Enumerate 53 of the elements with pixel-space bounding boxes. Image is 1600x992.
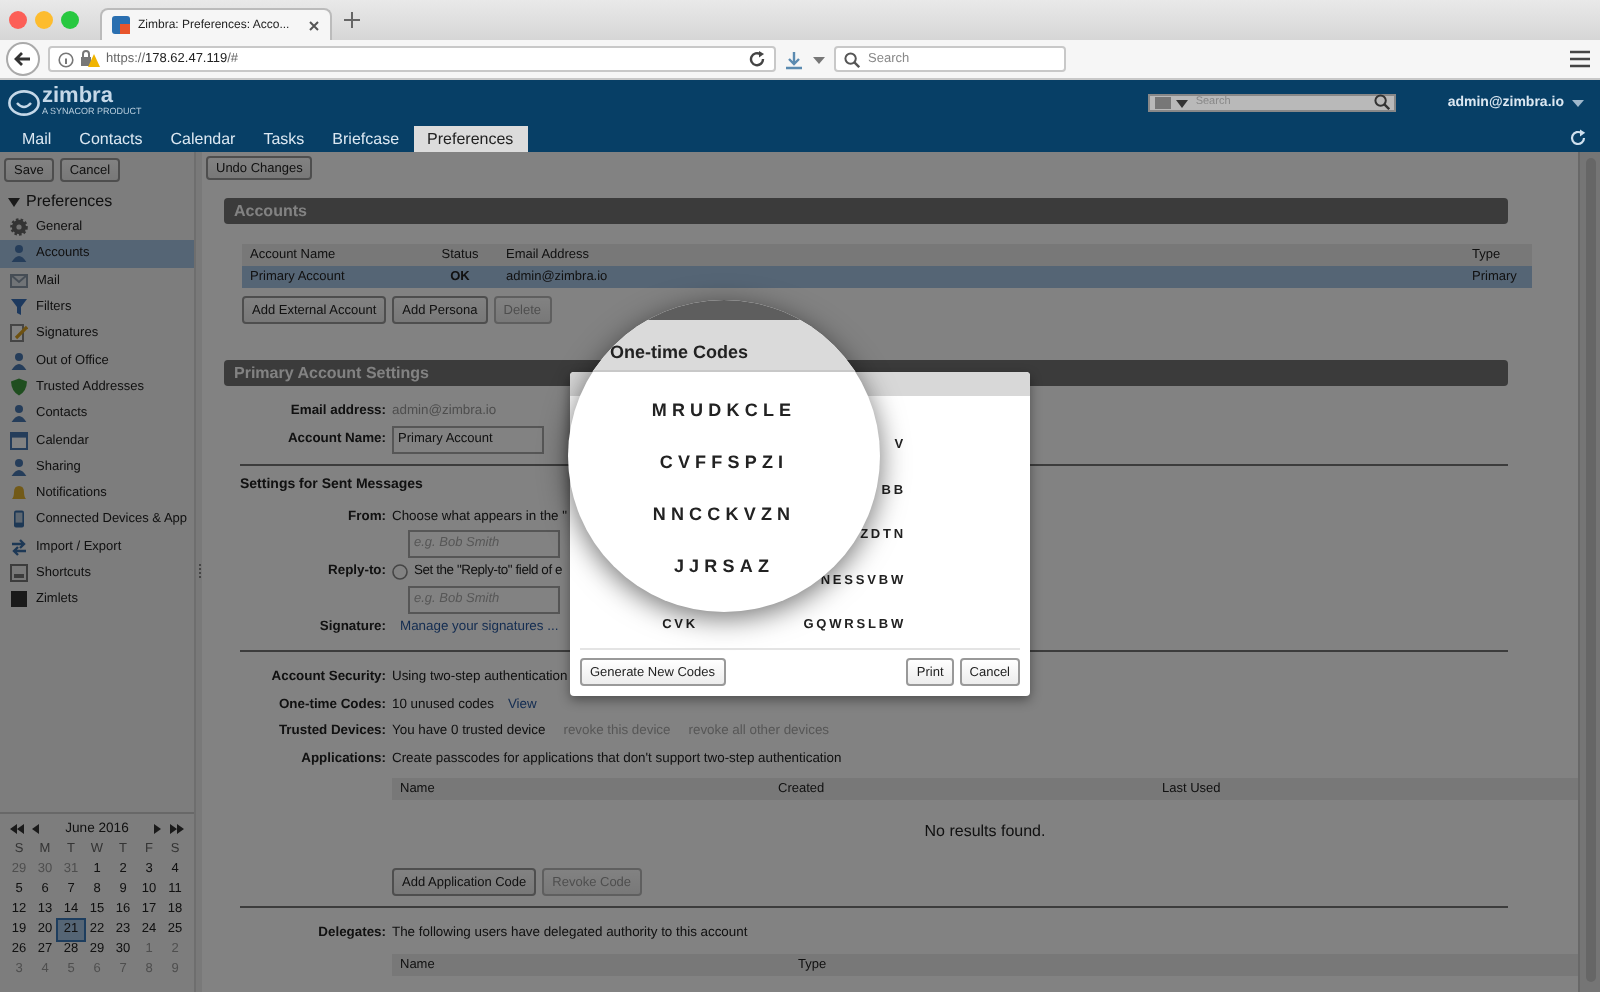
app-tab[interactable]: Mail — [8, 126, 66, 152]
new-tab-icon[interactable] — [344, 12, 360, 28]
filter-icon — [10, 298, 28, 317]
shield-icon — [10, 377, 28, 396]
user-icon — [10, 457, 28, 476]
code-text: MRUDKCLE — [651, 400, 797, 422]
info-icon[interactable] — [58, 51, 74, 67]
envelope-icon — [10, 271, 28, 290]
previous-year-icon[interactable] — [10, 824, 24, 834]
app-tab[interactable]: Tasks — [249, 126, 319, 152]
phone-icon — [10, 510, 28, 529]
code-text: CVFFSPZI — [659, 452, 789, 474]
refresh-icon[interactable] — [1568, 128, 1588, 148]
code-text: NNCCKVZN — [652, 504, 796, 526]
back-icon[interactable] — [6, 42, 40, 76]
caret-icon[interactable] — [812, 53, 826, 65]
sidebar-heading: Preferences — [26, 192, 113, 210]
envelope-dropdown-icon[interactable] — [1153, 95, 1190, 109]
lock-warning-icon[interactable] — [80, 50, 100, 68]
pen-icon — [10, 324, 28, 343]
search-icon[interactable] — [1373, 94, 1390, 110]
calendar-icon — [10, 431, 28, 450]
reload-icon[interactable] — [748, 50, 766, 68]
dialog-title: One-time Codes — [610, 342, 749, 362]
user-icon — [10, 351, 28, 370]
download-icon[interactable] — [784, 49, 804, 69]
resize-handle-icon[interactable] — [197, 564, 201, 580]
square-icon — [10, 590, 28, 609]
empty-message: No results found. — [924, 821, 1046, 839]
code-text: JJRSAZ — [673, 556, 775, 578]
next-month-icon[interactable] — [154, 824, 162, 834]
menu-icon[interactable] — [1570, 50, 1590, 68]
section-header: Accounts — [224, 198, 1508, 224]
logo-icon — [8, 89, 40, 115]
next-year-icon[interactable] — [170, 824, 184, 834]
arrows-icon — [10, 537, 28, 556]
previous-month-icon[interactable] — [32, 824, 40, 834]
app-tab[interactable]: Contacts — [65, 126, 157, 152]
logo-wordmark: zimbra — [42, 86, 113, 109]
keyboard-icon — [10, 564, 28, 582]
user-icon — [10, 404, 28, 423]
checkbox[interactable] — [392, 563, 408, 580]
app-tab[interactable]: Briefcase — [318, 126, 414, 152]
gear-icon — [10, 218, 28, 237]
expand-arrow-icon[interactable] — [8, 195, 20, 207]
caret-icon[interactable] — [1572, 97, 1584, 107]
search-icon — [844, 51, 860, 67]
app-tab[interactable]: Calendar — [156, 126, 250, 152]
bell-icon — [10, 484, 28, 503]
app-tab[interactable]: Preferences — [413, 126, 528, 152]
user-icon — [10, 244, 28, 263]
close-icon[interactable] — [308, 19, 320, 31]
favicon-icon — [112, 16, 130, 34]
